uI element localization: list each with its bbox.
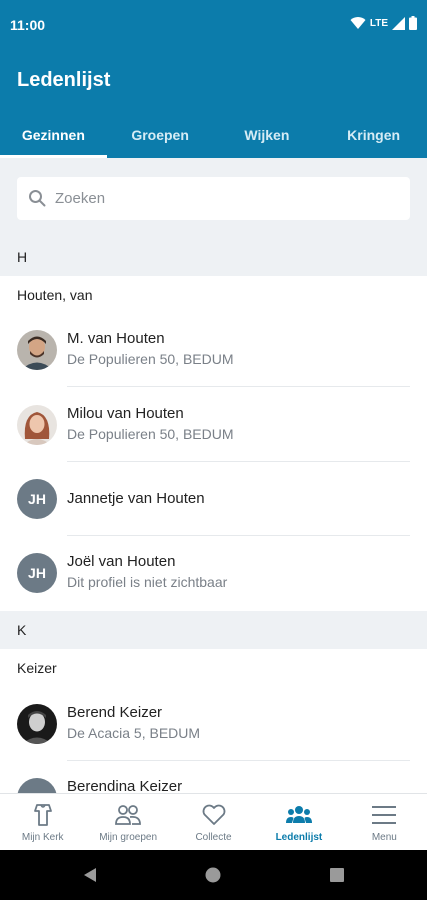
person-photo-icon [17, 704, 57, 744]
nav-label: Menu [371, 832, 397, 843]
nav-collecte[interactable]: Collecte [171, 794, 256, 850]
search-box[interactable] [17, 177, 410, 220]
avatar [17, 405, 57, 445]
nav-ledenlijst[interactable]: Ledenlijst [256, 794, 341, 850]
home-icon[interactable] [205, 867, 221, 883]
members-icon [285, 806, 312, 823]
network-label: LTE [369, 17, 388, 29]
page-title: Ledenlijst [17, 69, 111, 91]
member-address: De Acacia 5, BEDUM [67, 725, 201, 741]
avatar-initials: JH [17, 553, 57, 593]
nav-label: Ledenlijst [275, 832, 323, 843]
member-address: De Populieren 50, BEDUM [67, 426, 234, 442]
member-name: M. van Houten [67, 330, 165, 347]
family-header-houten[interactable]: Houten, van [17, 287, 93, 303]
bottom-nav: Mijn Kerk Mijn groepen Collecte Ledenlij… [0, 793, 427, 850]
status-icons: LTE [350, 16, 417, 30]
battery-icon [409, 16, 417, 30]
nav-mijn-kerk[interactable]: Mijn Kerk [0, 794, 85, 850]
member-name: Milou van Houten [67, 405, 184, 422]
tab-bar: Gezinnen Groepen Wijken Kringen [0, 118, 427, 158]
nav-label: Mijn Kerk [21, 832, 64, 843]
menu-icon [372, 806, 397, 824]
tab-groepen[interactable]: Groepen [107, 118, 214, 158]
nav-label: Mijn groepen [99, 832, 158, 843]
groups-icon [115, 805, 142, 825]
member-status: Dit profiel is niet zichtbaar [67, 574, 228, 590]
status-time: 11:00 [10, 17, 46, 33]
nav-label: Collecte [195, 832, 232, 843]
member-address: De Populieren 50, BEDUM [67, 351, 234, 367]
tab-gezinnen[interactable]: Gezinnen [0, 118, 107, 158]
avatar [17, 704, 57, 744]
status-bar: 11:00 LTE [0, 0, 427, 52]
section-letter-h: H [0, 238, 427, 276]
member-milou-van-houten[interactable]: Milou van Houten De Populieren 50, BEDUM [0, 388, 427, 462]
member-jannetje-van-houten[interactable]: JH Jannetje van Houten [0, 462, 427, 536]
back-icon[interactable] [82, 867, 98, 883]
tab-kringen[interactable]: Kringen [320, 118, 427, 158]
member-berend-keizer[interactable]: Berend Keizer De Acacia 5, BEDUM [0, 687, 427, 761]
recents-icon[interactable] [329, 867, 345, 883]
person-photo-icon [17, 405, 57, 445]
divider [67, 386, 410, 387]
avatar [17, 330, 57, 370]
nav-menu[interactable]: Menu [342, 794, 427, 850]
member-m-van-houten[interactable]: M. van Houten De Populieren 50, BEDUM [0, 313, 427, 387]
tab-wijken[interactable]: Wijken [214, 118, 321, 158]
member-name: Berend Keizer [67, 704, 163, 721]
person-photo-icon [17, 330, 57, 370]
search-input[interactable] [55, 177, 395, 220]
app-bar: Ledenlijst Gezinnen Groepen Wijken Kring… [0, 52, 427, 158]
member-joel-van-houten[interactable]: JH Joël van Houten Dit profiel is niet z… [0, 536, 427, 610]
section-letter-k: K [0, 611, 427, 649]
search-area [0, 158, 427, 238]
search-icon [29, 190, 46, 207]
heart-icon [202, 804, 225, 825]
system-nav-bar [0, 850, 427, 900]
member-name: Joël van Houten [67, 553, 176, 570]
nav-mijn-groepen[interactable]: Mijn groepen [85, 794, 170, 850]
avatar-initials: JH [17, 479, 57, 519]
signal-icon [392, 16, 405, 30]
member-name: Jannetje van Houten [67, 490, 205, 507]
family-header-keizer[interactable]: Keizer [17, 660, 57, 676]
wifi-icon [350, 17, 366, 29]
church-icon [33, 804, 52, 826]
